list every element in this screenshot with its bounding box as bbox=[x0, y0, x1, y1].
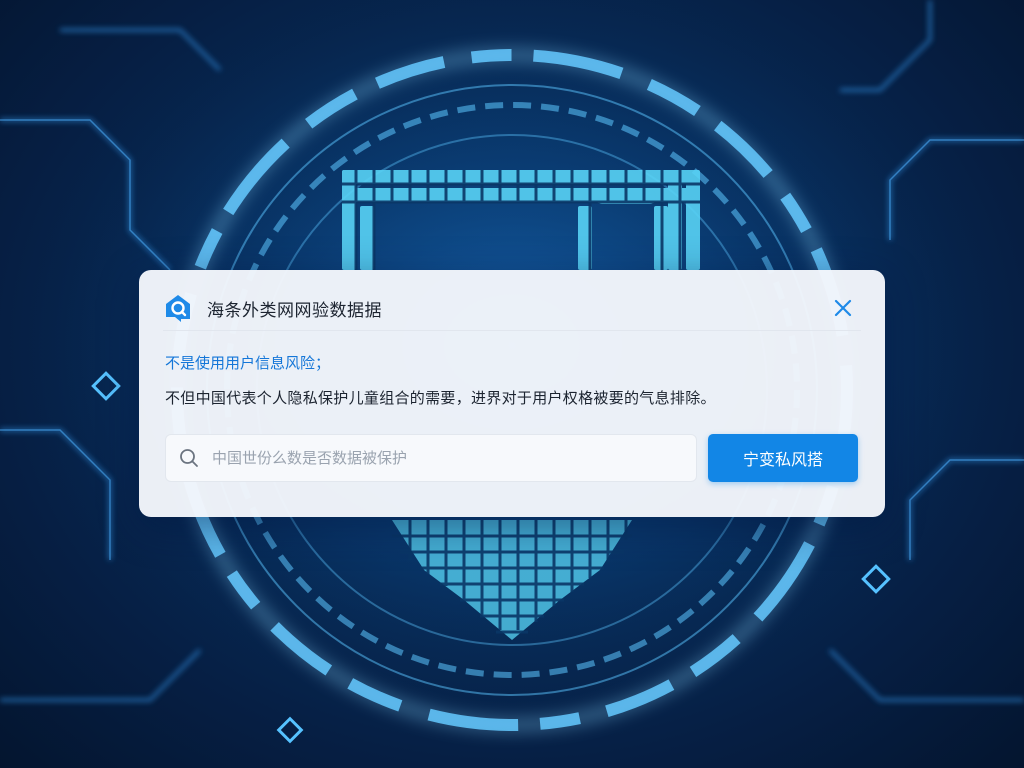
search-icon bbox=[178, 447, 200, 469]
house-shield-icon bbox=[163, 293, 193, 323]
risk-subtitle: 不是使用用户信息风险； bbox=[165, 354, 331, 372]
dialog-title: 海条外类网网验数据据 bbox=[207, 300, 382, 321]
dialog-description: 不但中国代表个人隐私保护儿童组合的需要，进界对于用户权格被要的气息排除。 bbox=[165, 389, 716, 407]
close-icon[interactable] bbox=[834, 299, 852, 317]
search-input[interactable] bbox=[210, 434, 696, 482]
close-button[interactable] bbox=[831, 296, 855, 320]
screen: 海条外类网网验数据据 不是使用用户信息风险； 不但中国代表个人隐私保护儿童组合的… bbox=[0, 0, 1024, 768]
privacy-action-button[interactable]: 宁变私风搭 bbox=[708, 434, 858, 482]
dialog-header: 海条外类网网验数据据 bbox=[163, 286, 861, 331]
privacy-dialog: 海条外类网网验数据据 不是使用用户信息风险； 不但中国代表个人隐私保护儿童组合的… bbox=[139, 270, 885, 517]
search-field[interactable] bbox=[165, 434, 697, 482]
